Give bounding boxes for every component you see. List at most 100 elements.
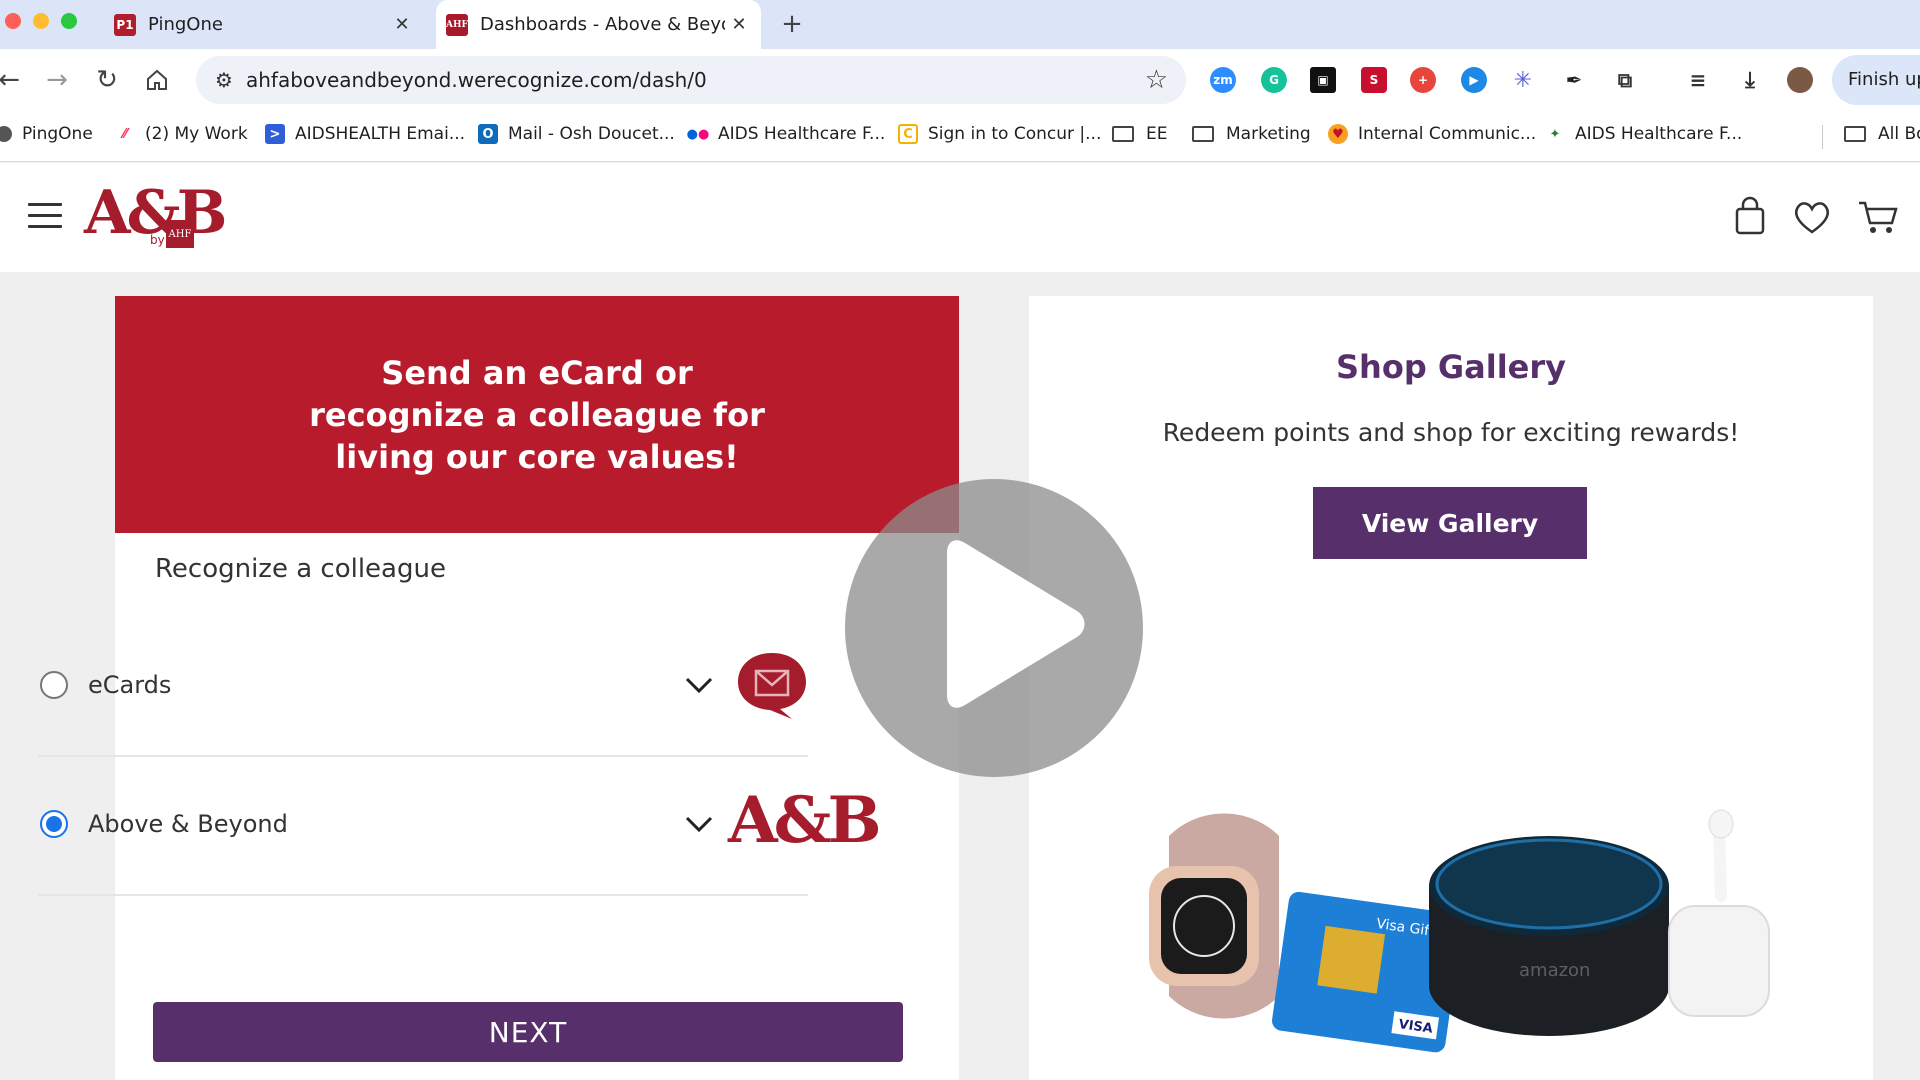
option-label: Above & Beyond	[88, 810, 288, 838]
bookmark-folder-marketing[interactable]: Marketing	[1192, 124, 1311, 144]
email-icon: >	[265, 124, 285, 144]
cart-icon[interactable]	[1856, 195, 1900, 239]
video-play-overlay[interactable]	[845, 479, 1143, 777]
logo-by: by	[150, 233, 165, 247]
browser-toolbar: ← → ↻ ⚙ ahfaboveandbeyond.werecognize.co…	[0, 49, 1920, 112]
bookmark-item[interactable]: ⁄⁄ (2) My Work	[115, 124, 248, 144]
tab-title: Dashboards - Above & Beyond	[480, 14, 725, 35]
back-arrow-icon[interactable]: ←	[0, 63, 26, 97]
download-icon[interactable]: ⤓	[1737, 67, 1763, 93]
address-bar[interactable]: ⚙ ahfaboveandbeyond.werecognize.com/dash…	[196, 56, 1186, 104]
url-text: ahfaboveandbeyond.werecognize.com/dash/0	[246, 68, 707, 92]
site-settings-icon[interactable]: ⚙	[212, 68, 236, 92]
bookmark-item[interactable]: O Mail - Osh Doucet...	[478, 124, 675, 144]
all-bookmarks-folder[interactable]: All Bookmarks	[1844, 124, 1920, 144]
bookmark-label: PingOne	[22, 124, 93, 144]
tab-title: PingOne	[148, 14, 223, 35]
bookmark-label: AIDS Healthcare F...	[1575, 124, 1743, 144]
flickr-icon: ● ●	[686, 126, 710, 142]
sparkle-extension-icon[interactable]: ✳	[1510, 67, 1536, 93]
shop-gallery-title: Shop Gallery	[1336, 348, 1566, 386]
ecard-envelope-icon	[738, 653, 806, 719]
ecards-radio[interactable]	[40, 671, 68, 699]
plus-extension-icon[interactable]: +	[1410, 67, 1436, 93]
heart-icon[interactable]	[1790, 195, 1834, 239]
bookmark-folder-ee[interactable]: EE	[1112, 124, 1167, 144]
bookmark-label: Marketing	[1226, 124, 1311, 144]
ahf-favicon-icon: AHF	[446, 13, 468, 36]
tablet-extension-icon[interactable]: ▣	[1310, 67, 1336, 93]
site-header: A&B by AHF	[0, 163, 1920, 272]
ab-logo-icon: A&B	[728, 783, 882, 858]
reload-icon[interactable]: ↻	[90, 63, 124, 97]
comm-icon: ♥	[1328, 124, 1348, 144]
minimize-window-button[interactable]	[33, 13, 49, 29]
hamburger-menu-icon[interactable]	[28, 203, 62, 229]
amazon-text: amazon	[1519, 960, 1590, 981]
option-ecards[interactable]: eCards	[38, 619, 808, 757]
bookmark-star-icon[interactable]: ☆	[1145, 65, 1168, 95]
grammarly-extension-icon[interactable]: G	[1261, 67, 1287, 93]
chevron-down-icon[interactable]	[684, 814, 714, 834]
logo-ahf-badge: AHF	[166, 220, 194, 248]
bookmark-label: Sign in to Concur |...	[928, 124, 1102, 144]
view-gallery-button[interactable]: View Gallery	[1313, 487, 1587, 559]
option-above-beyond[interactable]: Above & Beyond A&B	[38, 758, 882, 896]
seo-extension-icon[interactable]: S	[1361, 67, 1387, 93]
bookmark-label: Internal Communic...	[1358, 124, 1537, 144]
browser-tabstrip: P1 PingOne ✕ AHF Dashboards - Above & Be…	[0, 0, 1920, 49]
banner-text: Send an eCard or recognize a colleague f…	[309, 353, 765, 476]
finish-update-button[interactable]: Finish up	[1832, 55, 1920, 105]
shopping-bag-icon[interactable]	[1728, 195, 1772, 239]
ahf-icon: ✦	[1549, 126, 1561, 142]
bookmarks-separator	[1822, 125, 1823, 149]
bookmark-label: All Bookmarks	[1878, 124, 1920, 144]
bookmark-item[interactable]: ♥ Internal Communic...	[1328, 124, 1536, 144]
next-button[interactable]: NEXT	[153, 1002, 903, 1062]
bookmark-label: AIDSHEALTH Emai...	[295, 124, 466, 144]
outlook-icon: O	[478, 124, 498, 144]
tab-pingone[interactable]: P1 PingOne ✕	[104, 0, 424, 49]
play-icon	[947, 540, 1085, 708]
pingone-icon	[0, 126, 12, 142]
video-extension-icon[interactable]: ▶	[1461, 67, 1487, 93]
folder-icon	[1844, 126, 1866, 142]
recognize-heading: Recognize a colleague	[155, 554, 446, 584]
bookmarks-bar: PingOne ⁄⁄ (2) My Work > AIDSHEALTH Emai…	[0, 112, 1920, 162]
folder-icon	[1192, 126, 1214, 142]
bookmark-label: (2) My Work	[145, 124, 248, 144]
recognition-banner: Send an eCard or recognize a colleague f…	[115, 296, 959, 533]
tab-dashboards[interactable]: AHF Dashboards - Above & Beyond ✕	[436, 0, 761, 49]
bookmark-label: EE	[1146, 124, 1168, 144]
profile-avatar[interactable]	[1787, 67, 1813, 93]
close-icon[interactable]: ✕	[725, 11, 753, 39]
option-label: eCards	[88, 671, 172, 699]
concur-icon: C	[898, 124, 918, 144]
bookmark-label: AIDS Healthcare F...	[718, 124, 886, 144]
above-beyond-radio[interactable]	[40, 810, 68, 838]
media-controls-icon[interactable]: ≡	[1685, 67, 1711, 93]
close-window-button[interactable]	[5, 13, 21, 29]
maximize-window-button[interactable]	[61, 13, 77, 29]
new-tab-button[interactable]: +	[776, 8, 808, 40]
forward-arrow-icon[interactable]: →	[40, 63, 74, 97]
home-icon[interactable]	[140, 63, 174, 97]
bookmark-label: Mail - Osh Doucet...	[508, 124, 675, 144]
zoom-extension-icon[interactable]: zm	[1210, 67, 1236, 93]
bookmark-item[interactable]: ● ● AIDS Healthcare F...	[686, 124, 886, 144]
bookmark-item[interactable]: C Sign in to Concur |...	[898, 124, 1101, 144]
bookmark-item[interactable]: PingOne	[0, 124, 93, 144]
monday-icon: ⁄⁄	[122, 126, 128, 142]
chevron-down-icon[interactable]	[684, 675, 714, 695]
close-icon[interactable]: ✕	[388, 11, 416, 39]
pingone-favicon-icon: P1	[114, 13, 136, 36]
shop-gallery-subtitle: Redeem points and shop for exciting rewa…	[1162, 418, 1740, 447]
bookmark-item[interactable]: ✦ AIDS Healthcare F...	[1545, 124, 1743, 144]
puzzle-extensions-icon[interactable]: ⧉	[1612, 67, 1638, 93]
eyedropper-extension-icon[interactable]: ✒	[1561, 67, 1587, 93]
shop-gallery-card: Shop Gallery Redeem points and shop for …	[1029, 296, 1873, 1080]
bookmark-item[interactable]: > AIDSHEALTH Emai...	[265, 124, 465, 144]
site-logo[interactable]: A&B by AHF	[84, 183, 227, 253]
folder-icon	[1112, 126, 1134, 142]
rewards-products-image: Visa Gift VISA amazon	[1149, 809, 1770, 1053]
